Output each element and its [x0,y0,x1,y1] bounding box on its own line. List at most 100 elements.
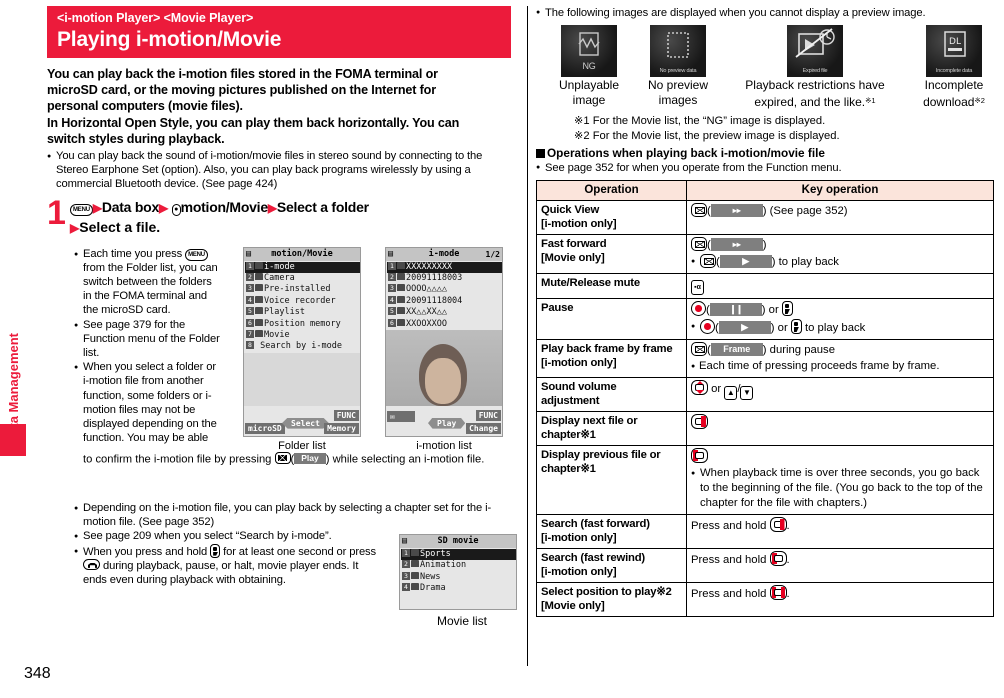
softkey-memory[interactable]: Memory [324,422,359,434]
operations-section-heading: Operations when playing back i-motion/mo… [536,146,1002,161]
table-row: Select position to play※2 [Movie only] P… [536,582,994,617]
step-notes: Each time you press MENU from the Folder… [47,247,222,446]
row-operation: Search (fast forward) [i-motion only] [536,514,687,549]
mute-key-icon[interactable]: ▪α [691,280,704,295]
folder-list-item[interactable]: 6 Position memory [245,318,360,330]
preview-notes: ※1 For the Movie list, the “NG” image is… [536,114,1002,143]
movie-list-item[interactable]: 3 News [401,571,516,583]
imotion-list-item[interactable]: 3 OOOO△△△△ [387,284,502,295]
softkey-select[interactable]: Select [282,417,329,429]
movie-list-screenshot: ▤ SD movie 1 Sports 2 Animation 3 News 4 Dra… [399,534,517,610]
soft-key-icon[interactable] [790,319,802,334]
volume-up-key-icon[interactable]: ▲ [724,386,738,400]
step-note-3: When you select a folder or i-motion fil… [74,360,222,445]
imotion-list-body: 1 XXXXXXXXX 2 20091118003 3 OOOO△△△△ 4 20091… [386,260,502,331]
imotion-list-caption: i-motion list [416,439,472,452]
movie-list-caption: Movie list [436,614,487,628]
center-key-icon[interactable] [700,319,715,334]
imotion-list-screenshot: ▤ i-mode 1/2 1 XXXXXXXXX 2 20091118003 3 OO… [385,246,503,437]
folder-list-softkeys: microSD Select FUNC Memory [244,405,360,436]
pause-softkey[interactable] [709,303,762,316]
header-subtitle: <i-motion Player> <Movie Player> [57,11,254,25]
softkey-play[interactable]: Play [428,417,466,429]
menu-key-icon[interactable]: MENU [185,248,208,261]
imotion-list-item[interactable]: 5 XX△△XX△△ [387,307,502,318]
folder-list-item[interactable]: 1 i-mode [245,261,360,274]
mail-key-icon[interactable] [691,203,707,217]
intro-paragraph: You can play back the i-motion files sto… [47,66,517,147]
row-operation: Pause [536,298,687,340]
movie-list-item[interactable]: 4 Drama [401,583,516,594]
volume-down-key-icon[interactable]: ▼ [740,386,754,400]
section-header: <i-motion Player> <Movie Player> Playing… [47,6,511,58]
unplayable-image-icon: NG [561,25,617,77]
note-text: When you select a folder or i-motion fil… [83,361,217,445]
preview-thumbnails: NG Unplayable image No preview data No p… [536,25,1002,110]
svg-text:DL: DL [949,37,961,47]
row-operation: Mute/Release mute [536,273,687,299]
right-nav-key-icon[interactable] [691,414,708,429]
play-softkey-label[interactable]: Play [294,453,326,465]
step-1: 1 MENU ▶Data box▶ ● motion/Movie▶Select a … [47,193,517,242]
row-key-operation: () (See page 352) [686,200,994,235]
no-preview-image-icon: No preview data [650,25,706,77]
folder-list-item[interactable]: 7 Movie [245,330,360,341]
thumb-incomplete: DL Incomplete data Incomplete download※2 [906,25,1002,110]
softkey-change[interactable]: Change [466,422,501,434]
mail-key-icon[interactable] [691,237,707,251]
right-column: The following images are displayed when … [536,6,1002,617]
softkey-func[interactable]: FUNC [475,409,501,421]
right-nav-key-icon[interactable] [769,517,787,532]
step-number: 1 [47,193,66,232]
step-text-databox: Data box [101,198,159,215]
fast-forward-softkey[interactable] [710,238,763,251]
table-header-operation: Operation [536,180,687,201]
end-key-icon[interactable] [83,558,100,570]
thumb-caption: Incomplete download※2 [923,78,985,109]
folder-list-caption: Folder list [278,439,326,452]
movie-list-item[interactable]: 1 Sports [401,549,516,561]
fast-forward-softkey[interactable] [710,204,763,217]
soft-key-icon[interactable] [781,301,793,316]
imotion-list-item[interactable]: 4 20091118004 [387,295,502,307]
softkey-mail-icon[interactable]: ✉ [387,410,415,422]
imotion-list-item[interactable]: 2 20091118003 [387,273,502,284]
softkey-func[interactable]: FUNC [333,409,359,421]
status-icon: ▤ [246,248,252,259]
folder-list-item[interactable]: 5 Playlist [245,307,360,318]
step-text-motionmovie: motion/Movie [180,198,268,215]
menu-key-icon[interactable]: MENU [70,203,93,216]
mail-key-icon[interactable] [700,254,716,268]
movie-list-item[interactable]: 2 Animation [401,560,516,571]
left-nav-key-icon[interactable] [691,448,708,463]
page-number: 348 [24,665,51,682]
movie-list-title: SD movie [437,536,479,546]
folder-list-item[interactable]: 8 Search by i-mode [245,341,360,352]
row-key-operation: or ▲ / ▼ [686,377,994,412]
play-softkey[interactable] [718,321,771,334]
softkey-microsd[interactable]: microSD [245,422,285,434]
folder-list-item[interactable]: 3 Pre-installed [245,284,360,295]
soft-key-icon[interactable] [210,543,221,558]
left-nav-key-icon[interactable] [769,551,787,566]
leftright-nav-key-icon[interactable] [769,585,787,600]
frame-softkey[interactable]: Frame [710,343,763,356]
square-bullet-icon [536,149,545,158]
row-operation: Fast forward [Movie only] [536,234,687,274]
imotion-list-item[interactable]: 6 XXOOXXOO [387,318,502,330]
play-softkey[interactable] [719,255,772,268]
updown-nav-key-icon[interactable] [691,380,708,395]
mail-key-icon[interactable] [691,342,707,356]
imotion-list-item[interactable]: 1 XXXXXXXXX [387,261,502,274]
folder-list-item[interactable]: 4 Voice recorder [245,295,360,307]
row-operation: Play back frame by frame [i-motion only] [536,339,687,378]
row-subnote: () to play back [691,254,989,270]
mail-key-icon[interactable] [274,451,291,465]
table-row: Quick View [i-motion only] () (See page … [536,200,994,235]
status-icon: ▤ [402,536,408,546]
thumb-badge: Expired file [802,68,828,74]
center-key-icon[interactable] [691,301,706,316]
row-operation: Display previous file or chapter※1 [536,445,687,515]
row-key-operation: Press and hold . [686,582,994,617]
folder-list-item[interactable]: 2 Camera [245,273,360,284]
